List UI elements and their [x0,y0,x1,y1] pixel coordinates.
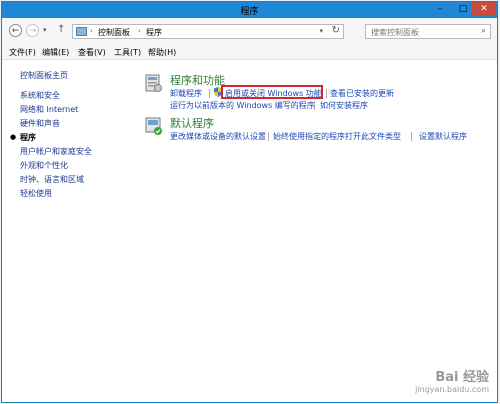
link-divider [314,101,315,110]
menu-view[interactable]: 查看(V) [78,47,106,58]
address-field[interactable]: › 控制面板 › 程序 ▾ ↻ [72,24,344,39]
maximize-button[interactable]: □ [452,2,474,16]
link-divider [209,89,210,98]
view-installed-updates-link[interactable]: 查看已安装的更新 [330,88,394,99]
programs-features-title[interactable]: 程序和功能 [170,72,225,88]
menu-help[interactable]: 帮助(H) [148,47,176,58]
menu-bar: 文件(F) 编辑(E) 查看(V) 工具(T) 帮助(H) [2,44,497,60]
default-programs-icon [145,117,162,135]
set-default-programs-link[interactable]: 设置默认程序 [419,131,467,142]
sidebar-item-ease-of-access[interactable]: 轻松使用 [20,188,52,199]
highlight-box [221,85,323,99]
close-button[interactable]: ✕ [472,2,496,16]
control-panel-icon [76,27,87,36]
menu-tools[interactable]: 工具(T) [114,47,141,58]
refresh-icon[interactable]: ↻ [332,25,340,36]
menu-edit[interactable]: 编辑(E) [42,47,69,58]
run-older-programs-link[interactable]: 运行为以前版本的 Windows 编写的程序 [170,100,315,111]
link-divider [268,132,269,141]
search-placeholder: 搜索控制面板 [371,28,419,37]
link-divider [411,132,412,141]
address-dropdown-icon[interactable]: ▾ [319,27,323,35]
programs-features-icon [145,74,162,92]
sidebar-item-home[interactable]: 控制面板主页 [20,70,68,81]
sidebar-item-network[interactable]: 网络和 Internet [20,104,78,115]
default-programs-title[interactable]: 默认程序 [170,115,214,131]
sidebar-item-hardware-sound[interactable]: 硬件和声音 [20,118,60,129]
current-item-bullet-icon: ● [10,133,17,141]
how-to-install-link[interactable]: 如何安装程序 [320,100,368,111]
search-input[interactable]: 搜索控制面板 ⌕ [365,24,491,39]
chevron-right-icon[interactable]: › [90,27,93,35]
search-icon[interactable]: ⌕ [481,26,486,36]
sidebar-item-system-security[interactable]: 系统和安全 [20,90,60,101]
explorer-window: 程序 – □ ✕ ← → ▾ ↑ › 控制面板 › 程序 ▾ ↻ 搜索控制面板 … [1,1,498,403]
back-button[interactable]: ← [9,24,22,37]
watermark-url: jingyan.baidu.com [415,385,489,394]
watermark-logo-text: Bai 经验 [435,370,489,385]
main-content: 控制面板主页 系统和安全 网络和 Internet 硬件和声音 ● 程序 用户帐… [2,60,497,402]
title-bar[interactable]: 程序 – □ ✕ [2,2,497,18]
sidebar-item-clock-language[interactable]: 时钟、语言和区域 [20,174,84,185]
menu-file[interactable]: 文件(F) [9,47,36,58]
window-title: 程序 [240,7,259,17]
forward-button[interactable]: → [26,24,39,37]
chevron-right-icon[interactable]: › [138,27,141,35]
breadcrumb-programs[interactable]: 程序 [146,27,162,38]
uninstall-program-link[interactable]: 卸载程序 [170,88,202,99]
minimize-button[interactable]: – [429,2,451,16]
sidebar-item-programs[interactable]: 程序 [20,132,36,143]
address-bar-row: ← → ▾ ↑ › 控制面板 › 程序 ▾ ↻ 搜索控制面板 ⌕ [2,18,497,44]
sidebar-item-user-accounts[interactable]: 用户帐户和家庭安全 [20,146,92,157]
watermark: Bai 经验 jingyan.baidu.com [415,366,489,394]
change-media-defaults-link[interactable]: 更改媒体或设备的默认设置 [170,131,266,142]
recent-locations-icon[interactable]: ▾ [43,26,47,34]
sidebar-item-appearance[interactable]: 外观和个性化 [20,160,68,171]
open-file-type-link[interactable]: 始终使用指定的程序打开此文件类型 [273,131,401,142]
link-divider [326,89,327,98]
up-arrow-icon[interactable]: ↑ [57,24,65,35]
breadcrumb-control-panel[interactable]: 控制面板 [98,27,130,38]
